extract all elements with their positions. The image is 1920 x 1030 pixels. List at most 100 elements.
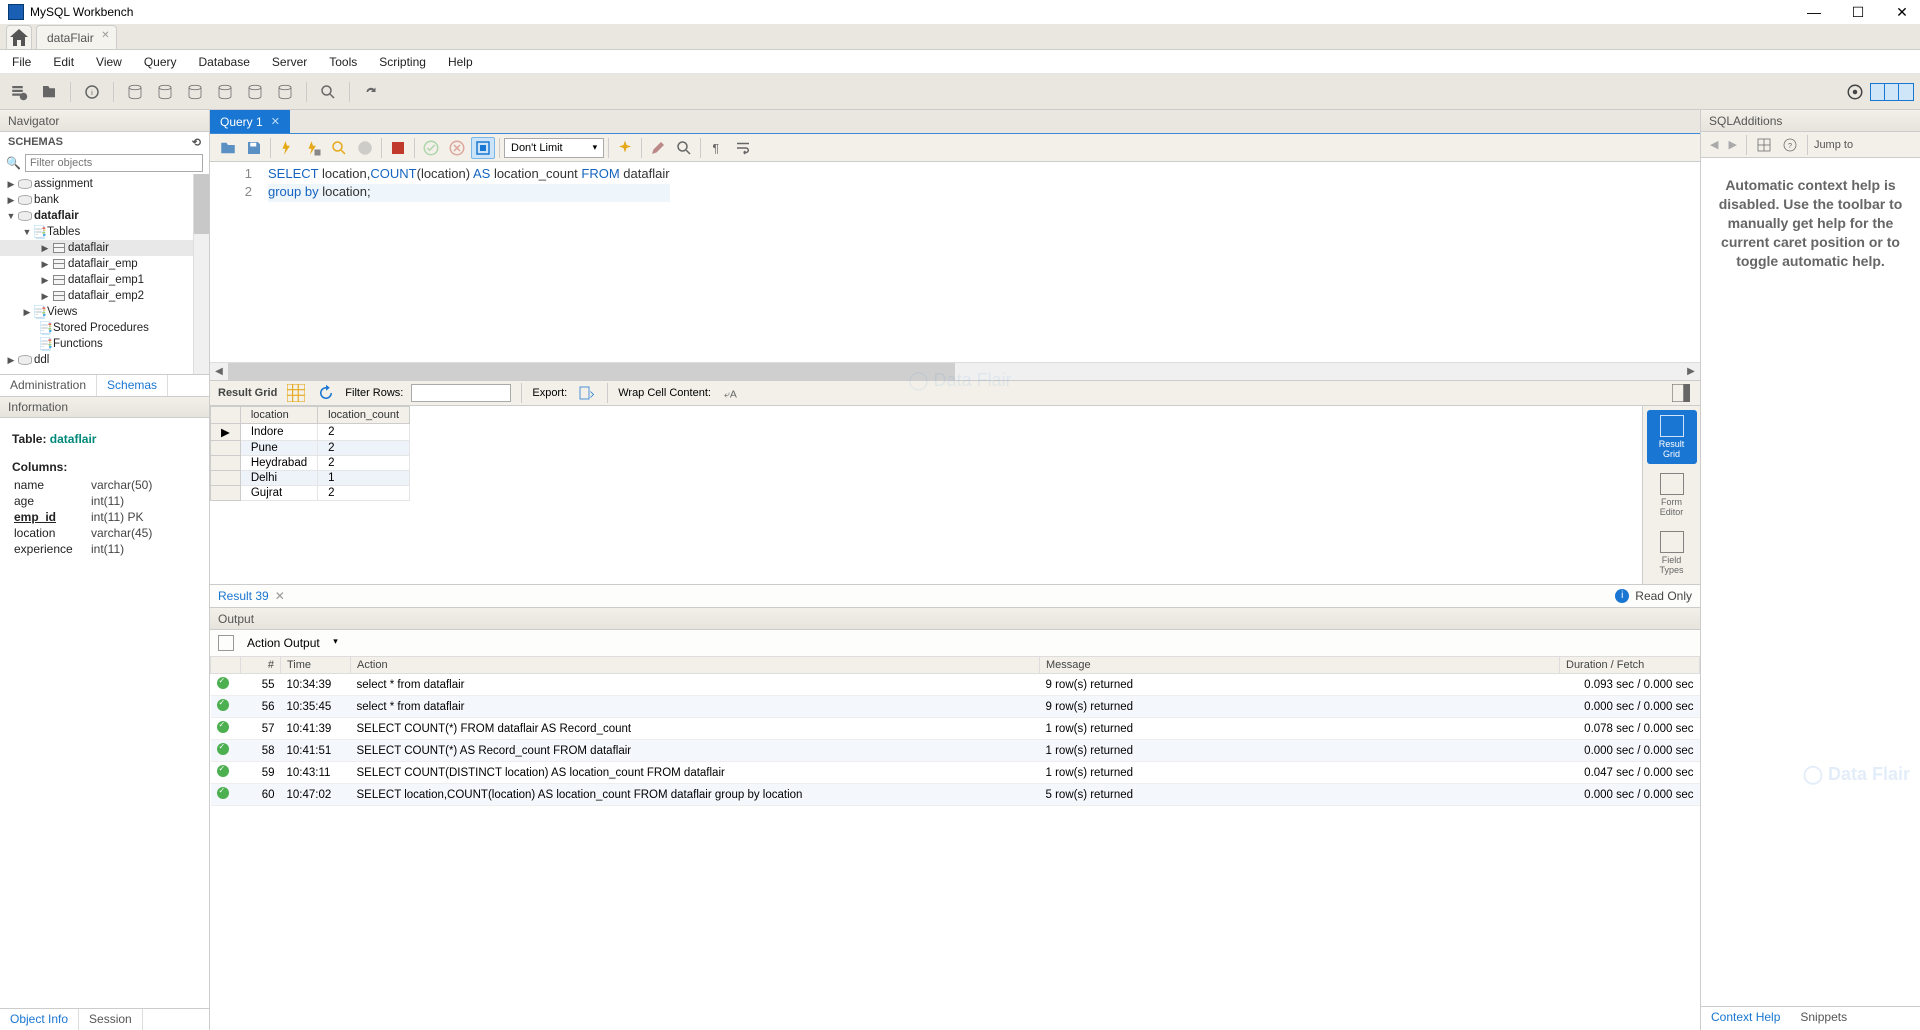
tree-item[interactable]: dataflair	[34, 210, 79, 222]
output-row[interactable]: 5510:34:39select * from dataflair9 row(s…	[211, 674, 1700, 696]
auto-help-icon[interactable]: ?	[1779, 134, 1801, 156]
menu-query[interactable]: Query	[144, 55, 177, 69]
output-row[interactable]: 5910:43:11SELECT COUNT(DISTINCT location…	[211, 762, 1700, 784]
tab-context-help[interactable]: Context Help	[1701, 1007, 1790, 1030]
result-grid[interactable]: locationlocation_count ▶Indore2 Pune2 He…	[210, 406, 1642, 584]
inspector-icon[interactable]: i	[81, 81, 103, 103]
export-icon[interactable]	[575, 382, 597, 404]
scroll-right-icon[interactable]: ▶	[1682, 363, 1700, 381]
connection-tab[interactable]: dataFlair ✕	[36, 25, 117, 49]
nav-back-icon[interactable]: ◀	[1707, 138, 1721, 151]
stop-icon[interactable]	[353, 137, 377, 159]
tree-item[interactable]: dataflair	[68, 242, 109, 254]
code-area[interactable]: SELECT location,COUNT(location) AS locat…	[260, 162, 670, 362]
menu-tools[interactable]: Tools	[329, 55, 357, 69]
window-minimize-button[interactable]: —	[1804, 4, 1824, 21]
close-icon[interactable]: ✕	[101, 30, 109, 41]
limit-dropdown[interactable]: Don't Limit	[504, 138, 604, 158]
db-icon-5[interactable]	[244, 81, 266, 103]
tree-item[interactable]: dataflair_emp1	[68, 274, 144, 286]
execute-icon[interactable]	[275, 137, 299, 159]
rollback-icon[interactable]	[445, 137, 469, 159]
tab-object-info[interactable]: Object Info	[0, 1009, 79, 1030]
refresh-icon[interactable]: ⟲	[192, 136, 201, 149]
tree-item[interactable]: bank	[34, 194, 59, 206]
db-icon-2[interactable]	[154, 81, 176, 103]
scrollbar[interactable]	[193, 174, 209, 374]
menu-view[interactable]: View	[96, 55, 122, 69]
grid-view-icon[interactable]	[285, 382, 307, 404]
db-icon-4[interactable]	[214, 81, 236, 103]
wrap-cell-icon[interactable]: ⤶A	[719, 382, 741, 404]
close-icon[interactable]: ✕	[271, 115, 280, 128]
search-icon[interactable]	[317, 81, 339, 103]
db-icon-6[interactable]	[274, 81, 296, 103]
window-maximize-button[interactable]: ☐	[1848, 4, 1868, 21]
tree-item[interactable]: assignment	[34, 178, 93, 190]
find-icon[interactable]	[672, 137, 696, 159]
home-tab[interactable]	[6, 25, 32, 49]
form-editor-tab[interactable]: Form Editor	[1647, 468, 1697, 522]
output-grid[interactable]: # Time Action Message Duration / Fetch 5…	[210, 656, 1700, 1030]
output-type-icon[interactable]	[218, 635, 234, 651]
tree-item[interactable]: Stored Procedures	[53, 322, 149, 334]
row-indicator[interactable]: ▶	[211, 424, 241, 441]
wrap-icon[interactable]	[731, 137, 755, 159]
close-icon[interactable]: ✕	[275, 589, 285, 603]
tree-item[interactable]: Views	[47, 306, 77, 318]
folder-icon: 📑	[38, 321, 53, 335]
field-types-tab[interactable]: Field Types	[1647, 526, 1697, 580]
menu-database[interactable]: Database	[199, 55, 250, 69]
sql-editor[interactable]: 1 2 SELECT location,COUNT(location) AS l…	[210, 162, 1700, 362]
nav-forward-icon[interactable]: ▶	[1725, 138, 1739, 151]
tree-item[interactable]: Tables	[47, 226, 80, 238]
tree-item[interactable]: Functions	[53, 338, 103, 350]
output-row[interactable]: 5610:35:45select * from dataflair9 row(s…	[211, 696, 1700, 718]
output-row[interactable]: 6010:47:02SELECT location,COUNT(location…	[211, 784, 1700, 806]
menu-file[interactable]: File	[12, 55, 31, 69]
help-target-icon[interactable]	[1753, 134, 1775, 156]
menu-scripting[interactable]: Scripting	[379, 55, 426, 69]
query-tab[interactable]: Query 1 ✕	[210, 110, 290, 133]
menu-server[interactable]: Server	[272, 55, 307, 69]
commit-icon[interactable]	[419, 137, 443, 159]
execute-current-icon[interactable]	[301, 137, 325, 159]
scroll-left-icon[interactable]: ◀	[210, 363, 228, 381]
window-close-button[interactable]: ✕	[1892, 4, 1912, 21]
stop-on-error-icon[interactable]	[386, 137, 410, 159]
output-type-dropdown[interactable]: Action Output	[240, 633, 345, 653]
panel-layout-toggle[interactable]	[1870, 83, 1914, 101]
tab-administration[interactable]: Administration	[0, 375, 97, 396]
output-row[interactable]: 5810:41:51SELECT COUNT(*) AS Record_coun…	[211, 740, 1700, 762]
tree-item[interactable]: dataflair_emp	[68, 258, 138, 270]
db-icon[interactable]	[124, 81, 146, 103]
tab-session[interactable]: Session	[79, 1009, 143, 1030]
refresh-icon[interactable]	[315, 382, 337, 404]
menu-help[interactable]: Help	[448, 55, 473, 69]
explain-icon[interactable]	[327, 137, 351, 159]
tree-item[interactable]: dataflair_emp2	[68, 290, 144, 302]
menu-edit[interactable]: Edit	[53, 55, 74, 69]
open-sql-icon[interactable]	[38, 81, 60, 103]
result-grid-tab[interactable]: Result Grid	[1647, 410, 1697, 464]
filter-rows-input[interactable]	[411, 384, 511, 402]
tab-snippets[interactable]: Snippets	[1790, 1007, 1857, 1030]
autocommit-icon[interactable]	[471, 137, 495, 159]
new-sql-tab-icon[interactable]	[8, 81, 30, 103]
result-tab[interactable]: Result 39 ✕	[218, 589, 285, 603]
beautify-icon[interactable]	[613, 137, 637, 159]
brush-icon[interactable]	[646, 137, 670, 159]
columns-table: namevarchar(50) ageint(11) emp_idint(11)…	[12, 476, 160, 558]
invisible-chars-icon[interactable]: ¶	[705, 137, 729, 159]
tree-item[interactable]: ddl	[34, 354, 49, 366]
reconnect-icon[interactable]	[360, 81, 382, 103]
open-file-icon[interactable]	[216, 137, 240, 159]
toggle-panel-icon[interactable]	[1670, 382, 1692, 404]
schema-tree[interactable]: ▶assignment ▶bank ▼dataflair ▼📑Tables ▶d…	[0, 174, 209, 374]
output-row[interactable]: 5710:41:39SELECT COUNT(*) FROM dataflair…	[211, 718, 1700, 740]
db-icon-3[interactable]	[184, 81, 206, 103]
save-icon[interactable]	[242, 137, 266, 159]
tab-schemas[interactable]: Schemas	[97, 375, 168, 396]
settings-icon[interactable]	[1844, 81, 1866, 103]
schema-filter-input[interactable]	[25, 154, 203, 172]
